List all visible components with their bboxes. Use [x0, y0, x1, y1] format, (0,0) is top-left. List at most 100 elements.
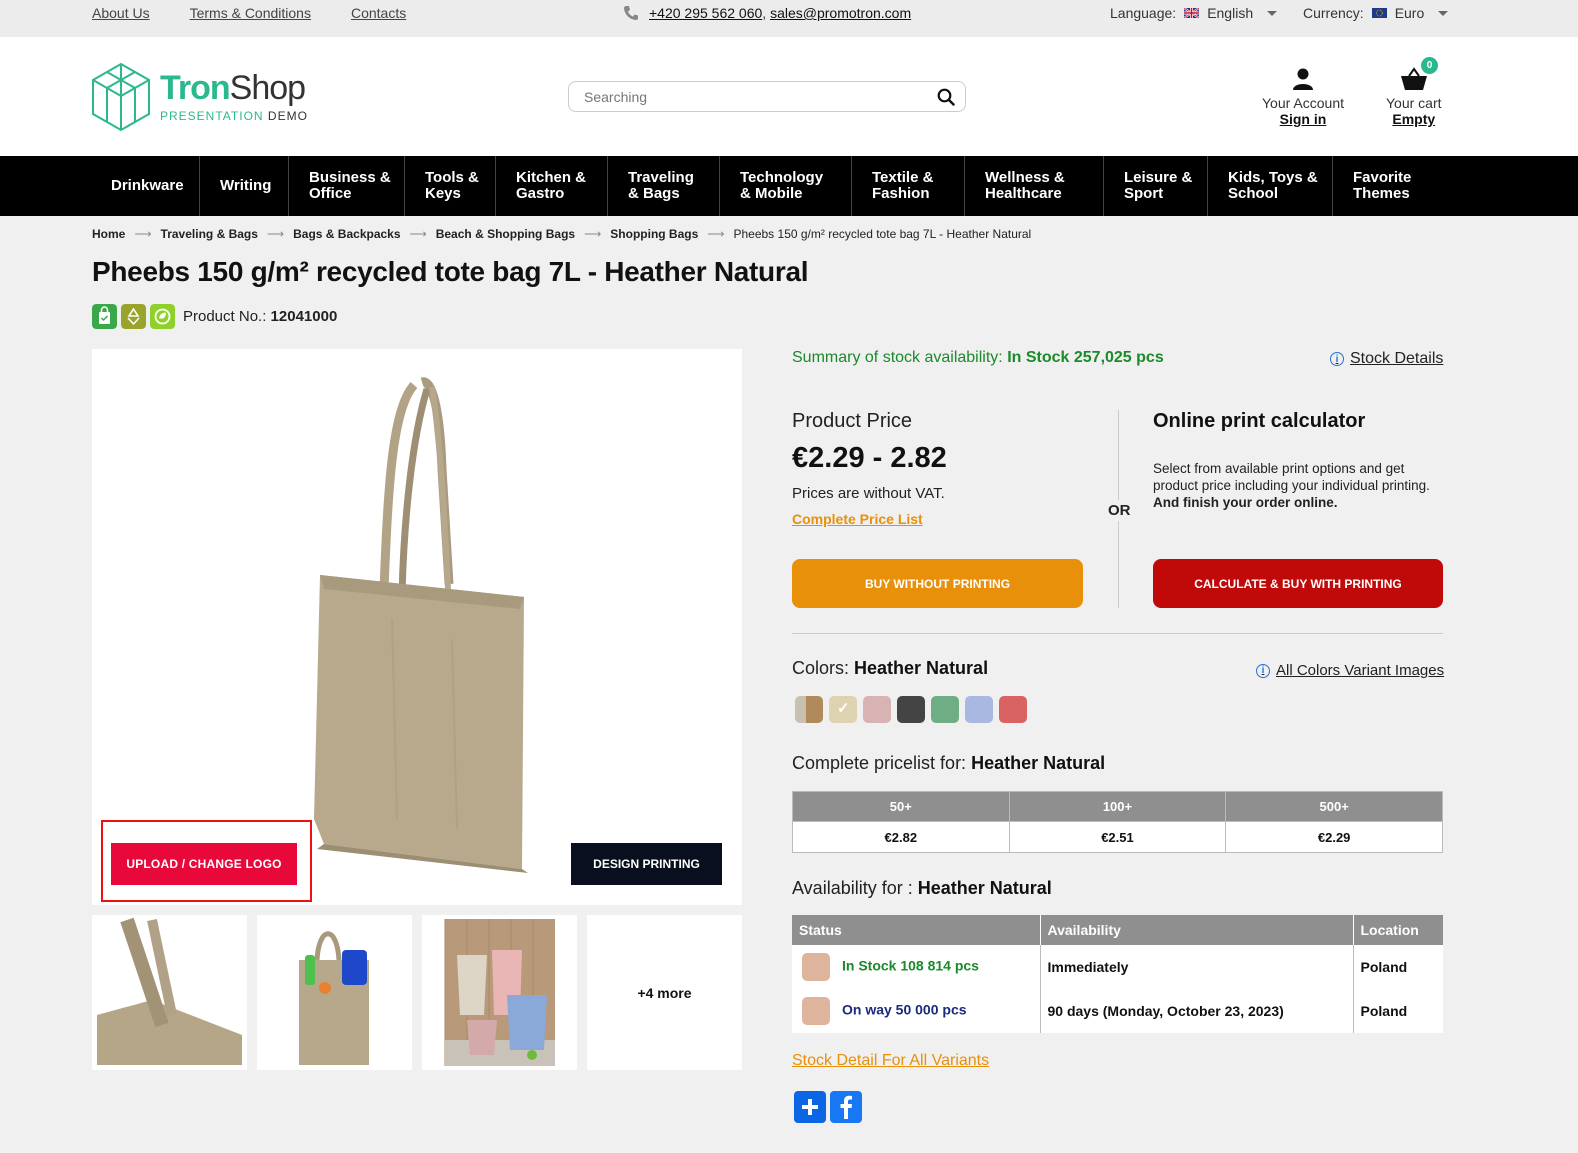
nav-favorite-themes[interactable]: Favorite Themes — [1333, 156, 1443, 216]
currency-label: Currency: — [1303, 5, 1364, 21]
product-price-label: Product Price — [792, 410, 913, 432]
search-input[interactable] — [584, 88, 937, 105]
product-number: Product No.: 12041000 — [183, 308, 338, 325]
arrow-right-icon: ⟶ — [409, 227, 427, 241]
terms-link[interactable]: Terms & Conditions — [190, 5, 311, 21]
recycle-icon — [121, 304, 146, 329]
logo-name: TronShop — [160, 69, 306, 107]
arrow-right-icon: ⟶ — [134, 227, 152, 241]
stock-detail-all-variants-link[interactable]: Stock Detail For All Variants — [792, 1052, 989, 1070]
color-swatch[interactable] — [999, 696, 1027, 723]
complete-price-list-link[interactable]: Complete Price List — [792, 511, 923, 527]
account-block[interactable]: Your Account Sign in — [1262, 67, 1344, 127]
pricelist-cell: €2.51 — [1008, 821, 1227, 853]
nav-traveling-bags[interactable]: Traveling & Bags — [608, 156, 720, 216]
info-icon: i — [1256, 663, 1270, 678]
calculate-buy-with-printing-button[interactable]: CALCULATE & BUY WITH PRINTING — [1153, 559, 1443, 608]
main-nav: Drinkware Writing Business & Office Tools… — [0, 156, 1578, 216]
logo-cube-icon — [92, 62, 150, 132]
breadcrumb-item[interactable]: Traveling & Bags — [161, 227, 258, 241]
language-label: Language: — [1110, 5, 1177, 21]
contacts-link[interactable]: Contacts — [351, 5, 406, 21]
product-thumbnail[interactable] — [422, 915, 577, 1070]
selected-color: Heather Natural — [854, 658, 989, 678]
uk-flag-icon — [1184, 8, 1200, 18]
table-row: In Stock 108 814 pcs Immediately Poland — [792, 945, 1443, 989]
pricelist-header: 100+ — [1008, 791, 1227, 822]
print-calculator-description: Select from available print options and … — [1153, 461, 1430, 510]
design-printing-button[interactable]: DESIGN PRINTING — [571, 843, 722, 885]
email-link[interactable]: sales@promotron.com — [770, 5, 911, 21]
logo-subtitle: PRESENTATION DEMO — [160, 109, 308, 123]
breadcrumb: Home ⟶ Traveling & Bags ⟶ Bags & Backpacks… — [92, 227, 1031, 241]
cart-label: Your cart — [1386, 95, 1442, 111]
share-plus-icon[interactable] — [794, 1091, 826, 1123]
tote-bag-closeup-image — [97, 917, 242, 1065]
all-colors-variant-link[interactable]: i All Colors Variant Images — [1256, 662, 1444, 679]
color-swatch[interactable] — [863, 696, 891, 723]
currency-value: Euro — [1394, 5, 1425, 21]
stock-details-link[interactable]: i Stock Details — [1330, 350, 1443, 368]
nav-drinkware[interactable]: Drinkware — [91, 156, 200, 216]
currency-selector[interactable]: Currency: Euro — [1303, 5, 1449, 21]
availability-header: Availability — [1039, 915, 1353, 945]
language-selector[interactable]: Language: English — [1110, 5, 1278, 21]
facebook-icon[interactable] — [830, 1091, 862, 1123]
color-swatch-selected[interactable] — [829, 696, 857, 723]
eco-leaf-icon — [150, 304, 175, 329]
pricelist-header: 50+ — [792, 791, 1010, 822]
header: TronShop PRESENTATION DEMO Your Account … — [0, 37, 1578, 156]
phone-icon — [624, 6, 638, 20]
pricelist-cell: €2.82 — [792, 821, 1010, 853]
buy-without-printing-button[interactable]: BUY WITHOUT PRINTING — [792, 559, 1083, 608]
breadcrumb-item[interactable]: Home — [92, 227, 125, 241]
color-swatch[interactable] — [965, 696, 993, 723]
availability-header: Location — [1352, 915, 1443, 945]
tote-bag-with-items-image — [257, 915, 412, 1070]
nav-textile-fashion[interactable]: Textile & Fashion — [852, 156, 965, 216]
arrow-right-icon: ⟶ — [266, 227, 285, 241]
color-chip — [802, 997, 830, 1025]
cart-empty-link[interactable]: Empty — [1386, 111, 1442, 127]
nav-business-office[interactable]: Business & Office — [289, 156, 405, 216]
upload-logo-button[interactable]: UPLOAD / CHANGE LOGO — [111, 843, 297, 885]
account-label: Your Account — [1262, 95, 1344, 111]
breadcrumb-item[interactable]: Shopping Bags — [610, 227, 698, 241]
pricelist-header: 500+ — [1225, 791, 1443, 822]
nav-leisure-sport[interactable]: Leisure & Sport — [1104, 156, 1208, 216]
color-swatch[interactable] — [897, 696, 925, 723]
top-links: About Us Terms & Conditions Contacts — [92, 5, 406, 21]
search-icon[interactable] — [937, 88, 955, 106]
color-swatch[interactable] — [795, 696, 823, 723]
availability-header: Status — [792, 915, 1040, 945]
about-us-link[interactable]: About Us — [92, 5, 150, 21]
info-icon: i — [1330, 352, 1344, 366]
status-cell: In Stock 108 814 pcs — [792, 945, 1040, 989]
eu-flag-icon — [1371, 8, 1387, 18]
cart-block[interactable]: Your cart Empty — [1386, 67, 1442, 127]
vat-note: Prices are without VAT. — [792, 485, 945, 502]
logo[interactable]: TronShop PRESENTATION DEMO — [90, 62, 308, 132]
product-thumbnail[interactable] — [92, 915, 247, 1070]
nav-technology-mobile[interactable]: Technology & Mobile — [720, 156, 852, 216]
nav-wellness-healthcare[interactable]: Wellness & Healthcare — [965, 156, 1104, 216]
availability-label: Availability for : Heather Natural — [792, 878, 1052, 898]
sign-in-link[interactable]: Sign in — [1262, 111, 1344, 127]
page-title: Pheebs 150 g/m² recycled tote bag 7L - H… — [92, 256, 809, 287]
nav-writing[interactable]: Writing — [200, 156, 289, 216]
print-calculator-title: Online print calculator — [1153, 410, 1366, 432]
pricelist-label: Complete pricelist for: Heather Natural — [792, 753, 1106, 773]
more-images-tile[interactable]: +4 more — [587, 915, 742, 1070]
nav-kitchen-gastro[interactable]: Kitchen & Gastro — [496, 156, 608, 216]
location-cell: Poland — [1352, 989, 1443, 1033]
breadcrumb-item[interactable]: Bags & Backpacks — [293, 227, 400, 241]
nav-tools-keys[interactable]: Tools & Keys — [405, 156, 496, 216]
nav-kids-toys-school[interactable]: Kids, Toys & School — [1208, 156, 1333, 216]
availability-table: Status Availability Location In Stock 10… — [792, 915, 1443, 1033]
product-thumbnail[interactable] — [257, 915, 412, 1070]
phone-link[interactable]: +420 295 562 060 — [649, 5, 762, 21]
breadcrumb-item[interactable]: Beach & Shopping Bags — [436, 227, 575, 241]
chevron-down-icon — [1267, 10, 1278, 16]
status-cell: On way 50 000 pcs — [792, 989, 1040, 1033]
color-swatch[interactable] — [931, 696, 959, 723]
